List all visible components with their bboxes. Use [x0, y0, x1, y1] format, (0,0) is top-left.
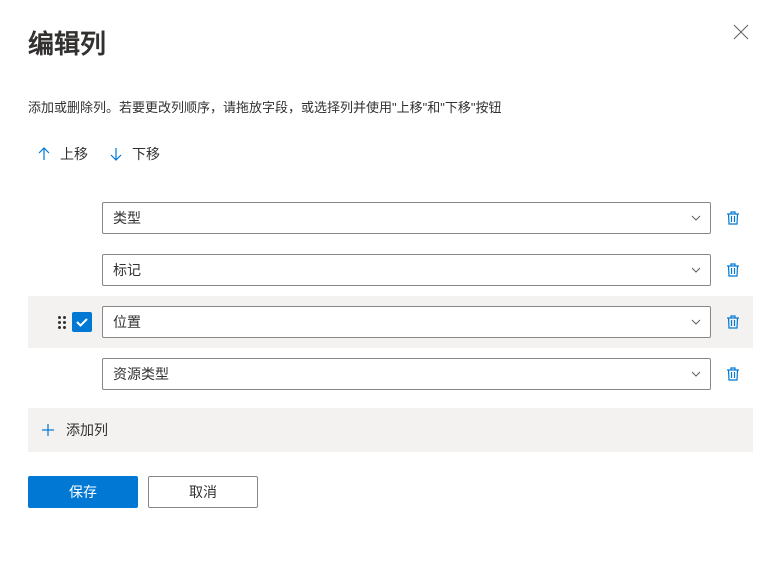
column-row: 资源类型: [28, 348, 753, 400]
plus-icon: [40, 422, 56, 438]
dropdown-label: 位置: [113, 312, 141, 332]
column-dropdown[interactable]: 类型: [102, 202, 711, 234]
trash-icon: [725, 210, 741, 226]
arrow-up-icon: [36, 146, 52, 162]
column-dropdown[interactable]: 资源类型: [102, 358, 711, 390]
delete-column-button[interactable]: [721, 310, 745, 334]
move-down-label: 下移: [132, 144, 160, 164]
arrow-down-icon: [108, 146, 124, 162]
row-checkbox[interactable]: [72, 312, 92, 332]
delete-column-button[interactable]: [721, 206, 745, 230]
trash-icon: [725, 262, 741, 278]
dropdown-label: 类型: [113, 208, 141, 228]
trash-icon: [725, 366, 741, 382]
move-up-label: 上移: [60, 144, 88, 164]
delete-column-button[interactable]: [721, 258, 745, 282]
column-row: 位置: [28, 296, 753, 348]
dropdown-label: 标记: [113, 260, 141, 280]
columns-list: 类型 标记: [28, 192, 753, 400]
cancel-button[interactable]: 取消: [148, 476, 258, 508]
dropdown-label: 资源类型: [113, 364, 169, 384]
column-row: 类型: [28, 192, 753, 244]
add-column-button[interactable]: 添加列: [28, 408, 753, 452]
chevron-down-icon: [690, 368, 702, 380]
add-column-label: 添加列: [66, 420, 108, 440]
column-dropdown[interactable]: 标记: [102, 254, 711, 286]
page-title: 编辑列: [28, 24, 106, 61]
chevron-down-icon: [690, 316, 702, 328]
move-up-button[interactable]: 上移: [36, 144, 88, 164]
save-button[interactable]: 保存: [28, 476, 138, 508]
checkmark-icon: [75, 315, 89, 329]
drag-handle-icon[interactable]: [58, 316, 66, 329]
column-row: 标记: [28, 244, 753, 296]
delete-column-button[interactable]: [721, 362, 745, 386]
chevron-down-icon: [690, 264, 702, 276]
close-button[interactable]: [733, 24, 753, 44]
trash-icon: [725, 314, 741, 330]
chevron-down-icon: [690, 212, 702, 224]
description-text: 添加或删除列。若要更改列顺序，请拖放字段，或选择列并使用"上移"和"下移"按钮: [28, 97, 753, 116]
column-dropdown[interactable]: 位置: [102, 306, 711, 338]
move-down-button[interactable]: 下移: [108, 144, 160, 164]
close-icon: [733, 24, 749, 40]
